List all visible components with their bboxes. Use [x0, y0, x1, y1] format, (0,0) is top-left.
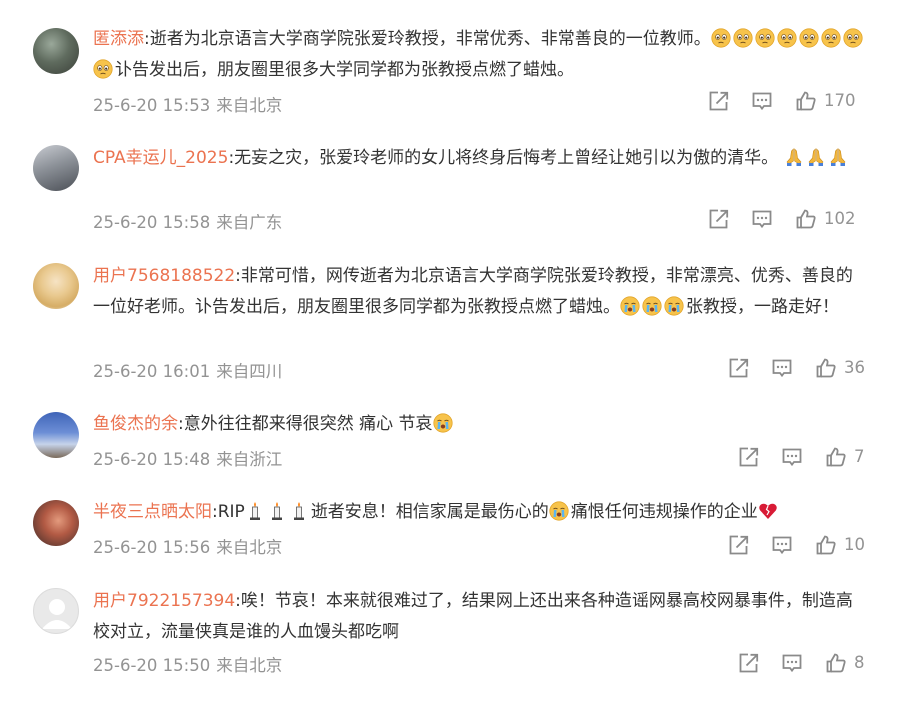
- location: 来自广东: [216, 213, 283, 232]
- timestamp: 25-6-20 15:58: [93, 213, 211, 232]
- timestamp: 25-6-20 15:48: [93, 450, 211, 469]
- action-bar: 102: [707, 208, 867, 232]
- location: 来自北京: [216, 538, 283, 557]
- avatar[interactable]: [33, 588, 79, 634]
- default-avatar-icon: [34, 589, 79, 634]
- username-link[interactable]: 用户7922157394: [93, 591, 235, 611]
- location: 来自北京: [216, 96, 283, 115]
- comment-icon[interactable]: [751, 90, 773, 112]
- avatar[interactable]: [33, 412, 79, 458]
- sad-face-emoji: [843, 28, 863, 48]
- sad-face-emoji: [93, 59, 113, 79]
- location: 来自浙江: [216, 450, 283, 469]
- comment-meta: 25-6-20 15:48 来自浙江: [93, 446, 282, 470]
- comment-icon[interactable]: [781, 446, 803, 468]
- sad-face-emoji: [799, 28, 819, 48]
- username-link[interactable]: 鱼俊杰的余: [93, 414, 178, 434]
- avatar[interactable]: [33, 500, 79, 546]
- crying-face-emoji: [620, 296, 640, 316]
- action-bar: 170: [707, 90, 867, 114]
- candle-emoji: [245, 501, 265, 521]
- share-icon[interactable]: [727, 534, 749, 556]
- comment-meta: 25-6-20 16:01 来自四川: [93, 358, 282, 382]
- username-link[interactable]: 半夜三点晒太阳: [93, 502, 212, 522]
- sad-face-emoji: [711, 28, 731, 48]
- crying-face-emoji: [642, 296, 662, 316]
- share-icon[interactable]: [737, 446, 759, 468]
- like-count: 102: [824, 209, 856, 228]
- like-icon[interactable]: [795, 208, 817, 230]
- location: 来自北京: [216, 656, 283, 675]
- like-icon[interactable]: [825, 446, 847, 468]
- comment-body: :无妄之灾，张爱玲老师的女儿将终身后悔考上曾经让她引以为傲的清华。: [228, 148, 779, 168]
- comment-body: :意外往往都来得很突然 痛心 节哀: [178, 414, 433, 434]
- share-icon[interactable]: [707, 90, 729, 112]
- comment-meta: 25-6-20 15:53 来自北京: [93, 92, 282, 116]
- crying-face-emoji: [433, 413, 453, 433]
- sad-face-emoji: [821, 28, 841, 48]
- candle-emoji: [267, 501, 287, 521]
- like-count: 170: [824, 91, 856, 110]
- like-icon[interactable]: [815, 357, 837, 379]
- comment-text: 鱼俊杰的余:意外往往都来得很突然 痛心 节哀: [93, 409, 868, 440]
- comment-icon[interactable]: [771, 534, 793, 556]
- comment-meta: 25-6-20 15:50 来自北京: [93, 652, 282, 676]
- like-icon[interactable]: [825, 652, 847, 674]
- sad-face-emoji: [755, 28, 775, 48]
- action-bar: 7: [737, 446, 867, 470]
- broken-heart-emoji: [758, 501, 778, 521]
- comment-meta: 25-6-20 15:58 来自广东: [93, 209, 282, 233]
- share-icon[interactable]: [737, 652, 759, 674]
- action-bar: 10: [727, 534, 867, 558]
- comment-list: 匿添添:逝者为北京语言大学商学院张爱玲教授，非常优秀、非常善良的一位教师。讣告发…: [0, 0, 900, 709]
- comment-text: CPA幸运儿_2025:无妄之灾，张爱玲老师的女儿将终身后悔考上曾经让她引以为傲…: [93, 143, 868, 174]
- avatar[interactable]: [33, 28, 79, 74]
- username-link[interactable]: CPA幸运儿_2025: [93, 148, 228, 168]
- comment-body-continued-2: 痛恨任何违规操作的企业: [570, 502, 758, 522]
- like-count: 10: [844, 535, 865, 554]
- crying-face-emoji: [664, 296, 684, 316]
- action-bar: 36: [727, 357, 867, 381]
- candle-emoji: [289, 501, 309, 521]
- comment-text: 用户7922157394:唉！节哀！本来就很难过了，结果网上还出来各种造谣网暴高…: [93, 586, 868, 648]
- crying-face-emoji: [549, 501, 569, 521]
- comment-meta: 25-6-20 15:56 来自北京: [93, 534, 282, 558]
- share-icon[interactable]: [727, 357, 749, 379]
- like-icon[interactable]: [815, 534, 837, 556]
- avatar[interactable]: [33, 145, 79, 191]
- pray-hands-emoji: [806, 147, 826, 167]
- comment-text: 匿添添:逝者为北京语言大学商学院张爱玲教授，非常优秀、非常善良的一位教师。讣告发…: [93, 24, 868, 86]
- comment-text: 半夜三点晒太阳:RIP 逝者安息！相信家属是最伤心的 痛恨任何违规操作的企业: [93, 497, 868, 528]
- username-link[interactable]: 匿添添: [93, 29, 144, 49]
- username-link[interactable]: 用户7568188522: [93, 266, 235, 286]
- comment-body: :RIP: [212, 502, 245, 522]
- sad-face-emoji: [777, 28, 797, 48]
- timestamp: 25-6-20 15:50: [93, 656, 211, 675]
- comment-icon[interactable]: [771, 357, 793, 379]
- action-bar: 8: [737, 652, 867, 676]
- pray-hands-emoji: [784, 147, 804, 167]
- like-count: 7: [854, 447, 865, 466]
- comment-body-continued: 讣告发出后，朋友圈里很多大学同学都为张教授点燃了蜡烛。: [115, 60, 574, 80]
- comment-body: :逝者为北京语言大学商学院张爱玲教授，非常优秀、非常善良的一位教师。: [144, 29, 711, 49]
- comment-body-continued: 逝者安息！相信家属是最伤心的: [310, 502, 549, 522]
- timestamp: 25-6-20 16:01: [93, 362, 211, 381]
- pray-hands-emoji: [828, 147, 848, 167]
- like-count: 8: [854, 653, 865, 672]
- comment-text: 用户7568188522:非常可惜，网传逝者为北京语言大学商学院张爱玲教授，非常…: [93, 261, 868, 323]
- like-icon[interactable]: [795, 90, 817, 112]
- sad-face-emoji: [733, 28, 753, 48]
- avatar[interactable]: [33, 263, 79, 309]
- location: 来自四川: [216, 362, 283, 381]
- timestamp: 25-6-20 15:56: [93, 538, 211, 557]
- timestamp: 25-6-20 15:53: [93, 96, 211, 115]
- comment-body-continued: 张教授，一路走好！: [686, 297, 839, 317]
- like-count: 36: [844, 358, 865, 377]
- share-icon[interactable]: [707, 208, 729, 230]
- comment-icon[interactable]: [751, 208, 773, 230]
- comment-icon[interactable]: [781, 652, 803, 674]
